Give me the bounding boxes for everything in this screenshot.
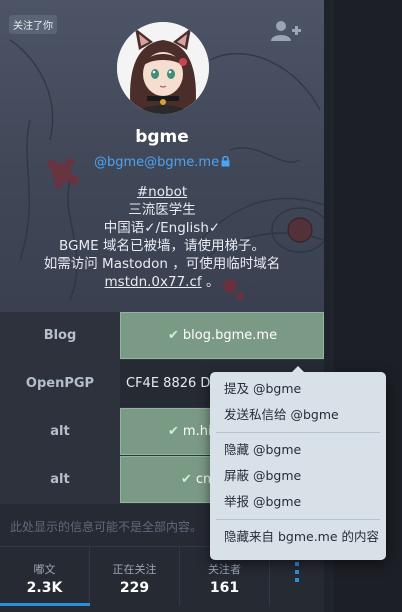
stat-following[interactable]: 正在关注 229: [90, 547, 180, 606]
menu-item-block-domain[interactable]: 隐藏来自 bgme.me 的内容: [210, 524, 386, 550]
stat-value: 161: [209, 580, 240, 596]
menu-item-block[interactable]: 屏蔽 @bgme: [210, 463, 386, 489]
account-actions-dropdown: 提及 @bgme 发送私信给 @bgme 隐藏 @bgme 屏蔽 @bgme 举…: [210, 366, 386, 560]
check-icon: ✔: [168, 424, 179, 439]
field-value-text[interactable]: blog.bgme.me: [183, 328, 277, 343]
display-name: bgme: [135, 127, 189, 147]
avatar-image: [117, 22, 209, 114]
account-handle-text: @bgme@bgme.me: [93, 155, 220, 170]
bio-line-tail: 。: [205, 274, 220, 290]
add-friend-icon[interactable]: [270, 20, 302, 42]
more-vertical-icon[interactable]: [292, 562, 302, 586]
stat-value: 2.3K: [26, 580, 63, 596]
field-name: alt: [0, 408, 120, 455]
account-handle: @bgme@bgme.me: [0, 155, 324, 170]
menu-separator: [216, 432, 380, 433]
profile-field-blog: Blog ✔ blog.bgme.me: [0, 312, 324, 360]
field-name: OpenPGP: [0, 360, 120, 407]
bio-line: 中国语✓/English✓: [103, 220, 221, 236]
profile-header: 关注了你 bgme @bgme@bgme.me #nobot 三流医学生 中国语…: [0, 0, 324, 312]
bio-line: BGME 域名已被墙，请使用梯子。: [59, 238, 265, 254]
incomplete-info-notice: 此处显示的信息可能不是全部内容。: [10, 520, 203, 534]
bio-line: 三流医学生: [128, 202, 196, 218]
check-icon: ✔: [168, 328, 179, 343]
check-icon: ✔: [181, 472, 192, 487]
menu-item-direct-message[interactable]: 发送私信给 @bgme: [210, 402, 386, 428]
stat-value: 229: [119, 580, 150, 596]
field-name: Blog: [0, 312, 120, 359]
lock-icon: [221, 156, 230, 167]
menu-item-report[interactable]: 举报 @bgme: [210, 489, 386, 515]
hashtag-link[interactable]: #nobot: [137, 184, 187, 200]
stat-label: 关注者: [208, 563, 241, 576]
menu-item-mute[interactable]: 隐藏 @bgme: [210, 437, 386, 463]
menu-separator: [216, 519, 380, 520]
follows-you-badge: 关注了你: [9, 15, 57, 34]
temp-domain-link[interactable]: mstdn.0x77.cf: [105, 274, 202, 290]
profile-bio: #nobot 三流医学生 中国语✓/English✓ BGME 域名已被墙，请使…: [0, 183, 324, 291]
field-name: alt: [0, 456, 120, 503]
stat-posts[interactable]: 嘟文 2.3K: [0, 547, 90, 606]
stat-label: 嘟文: [33, 563, 56, 576]
bio-line: 如需访问 Mastodon ，可使用临时域名: [43, 256, 281, 272]
avatar[interactable]: [117, 22, 209, 114]
field-value-link[interactable]: ✔ blog.bgme.me: [120, 312, 324, 359]
menu-item-mention[interactable]: 提及 @bgme: [210, 376, 386, 402]
stat-label: 正在关注: [112, 563, 157, 576]
